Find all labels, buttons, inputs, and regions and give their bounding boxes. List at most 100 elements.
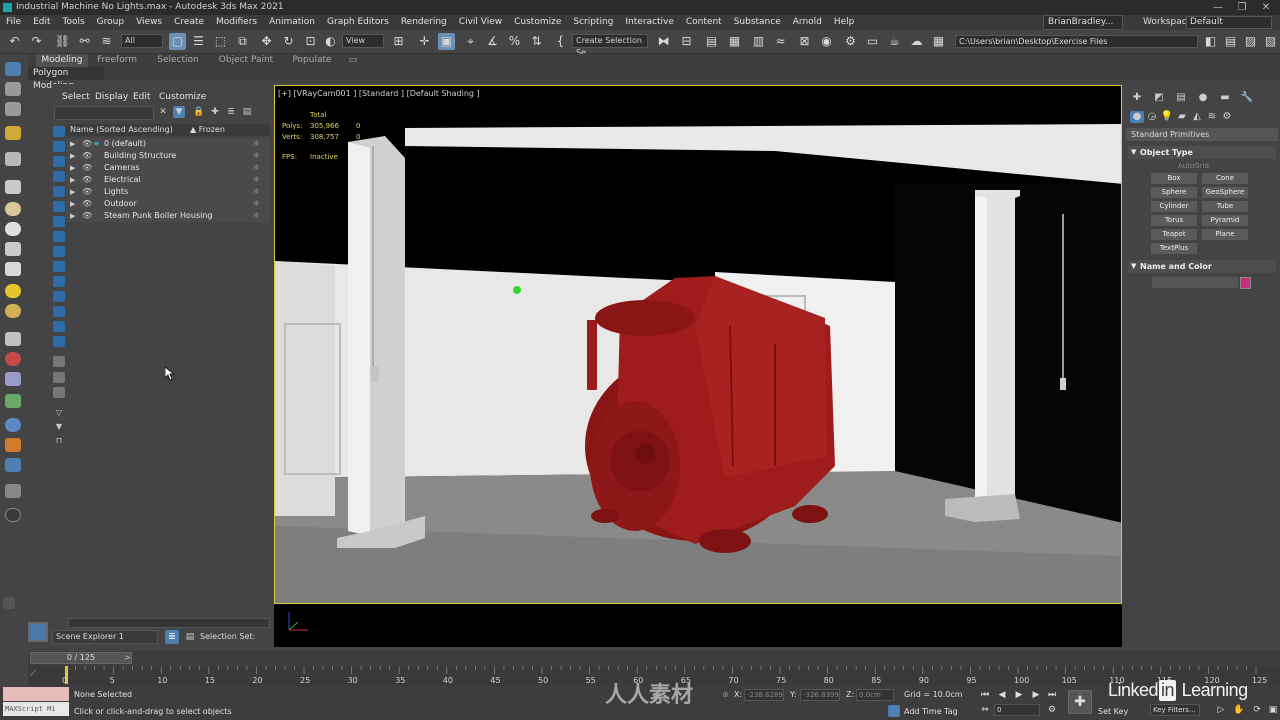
hierarchy-panel-icon[interactable] <box>5 102 21 116</box>
lights-icon[interactable]: 💡 <box>1160 111 1174 123</box>
sun-light-icon[interactable] <box>5 284 21 298</box>
next-frame-icon[interactable]: ▶ <box>1029 689 1043 701</box>
layer-stack-icon[interactable]: ≣ <box>225 106 237 118</box>
menu-edit[interactable]: Edit <box>27 15 56 30</box>
geosphere-button[interactable]: GeoSphere <box>1202 187 1248 198</box>
box-primitive-icon[interactable] <box>5 180 21 194</box>
display-panel-icon[interactable] <box>5 82 21 96</box>
explorer-name-select[interactable]: Scene Explorer 1 <box>52 630 158 644</box>
display-helpers-icon[interactable] <box>53 186 65 197</box>
align-icon[interactable]: ⊟ <box>678 33 695 50</box>
display-children-icon[interactable] <box>53 372 65 383</box>
grid-icon[interactable] <box>5 332 21 346</box>
plane-button[interactable]: Plane <box>1202 229 1248 240</box>
display-xrefs-icon[interactable] <box>53 231 65 242</box>
maxscript-output[interactable] <box>3 687 69 701</box>
hierarchy-tab-icon[interactable]: ▤ <box>1174 92 1188 104</box>
helper-icon[interactable] <box>5 372 21 386</box>
goto-end-icon[interactable]: ⏭ <box>1045 689 1059 701</box>
camera-viewport[interactable]: [+] [VRayCam001 ] [Standard ] [Default S… <box>274 85 1122 604</box>
time-slider[interactable]: < 0 / 125 > <box>28 651 1280 666</box>
sync-selection-icon[interactable] <box>53 356 65 367</box>
keyboard-shortcut-override-icon[interactable]: ▣ <box>438 33 455 50</box>
menu-rendering[interactable]: Rendering <box>395 15 453 30</box>
tube-button[interactable]: Tube <box>1202 201 1248 212</box>
sphere-button[interactable]: Sphere <box>1151 187 1197 198</box>
tools-icon[interactable] <box>5 484 21 498</box>
move-icon[interactable]: ✥ <box>258 33 275 50</box>
maxscript-listener[interactable]: MAXScript Mi <box>3 686 69 716</box>
rotate-icon[interactable]: ↻ <box>280 33 297 50</box>
expand-arrow-icon[interactable]: ▶ <box>70 150 75 162</box>
box-button[interactable]: Box <box>1151 173 1197 184</box>
pivot-center-icon[interactable]: ⊞ <box>390 33 407 50</box>
layer-row[interactable]: ▶ 👁 Electrical ❄ <box>66 174 270 186</box>
freeze-icon[interactable]: ❄ <box>253 198 260 210</box>
teapot-icon[interactable] <box>5 242 21 256</box>
explorer-tab-edit[interactable]: Edit <box>133 92 150 102</box>
explorer-toggle-button[interactable] <box>28 622 48 642</box>
freeze-icon[interactable]: ❄ <box>253 210 260 222</box>
help-icon[interactable] <box>5 508 21 522</box>
visibility-eye-icon[interactable]: 👁 <box>82 210 92 222</box>
visibility-eye-icon[interactable]: 👁 <box>82 186 92 198</box>
zoom-extents-icon[interactable]: ▷ <box>1214 704 1228 716</box>
named-selection-set-select[interactable]: Create Selection Se <box>572 34 648 57</box>
ribbon-tab-freeform[interactable]: Freeform <box>92 54 142 67</box>
expand-arrow-icon[interactable]: ▶ <box>70 186 75 198</box>
rendered-frame-window-icon[interactable]: ▭ <box>864 33 881 50</box>
column-frozen-header[interactable]: ▲ Frozen <box>190 124 225 136</box>
display-hidden-icon[interactable] <box>53 291 65 302</box>
curve-editor-icon[interactable]: ≈ <box>772 33 789 50</box>
toggle-layer-explorer-icon[interactable]: ▦ <box>726 33 743 50</box>
helpers-icon[interactable]: ◭ <box>1190 111 1204 123</box>
render-in-cloud-icon[interactable]: ☁ <box>908 33 925 50</box>
goto-start-icon[interactable]: ⏮ <box>978 689 992 701</box>
menu-animation[interactable]: Animation <box>263 15 321 30</box>
play-icon[interactable]: ▶ <box>1012 689 1026 701</box>
shapes-icon[interactable]: ◶ <box>1145 111 1159 123</box>
project-folder-field[interactable]: C:\Users\brian\Desktop\Exercise Files <box>955 35 1198 48</box>
layer-explorer-icon[interactable]: ≣ <box>165 630 179 644</box>
place-icon[interactable]: ◐ <box>322 33 339 50</box>
object-type-rollout[interactable]: ▼ Object Type <box>1128 146 1276 159</box>
mirror-icon[interactable]: ⧓ <box>655 33 672 50</box>
geosphere-icon[interactable] <box>5 222 21 236</box>
object-color-swatch[interactable] <box>1240 277 1251 289</box>
primitive-category-select[interactable]: Standard Primitives <box>1126 128 1278 141</box>
toggle-scene-explorer-icon[interactable]: ▤ <box>703 33 720 50</box>
expand-arrow-icon[interactable]: ▶ <box>70 210 75 222</box>
display-all-icon[interactable] <box>53 306 65 317</box>
create-panel-icon[interactable] <box>5 62 21 76</box>
y-coordinate-field[interactable]: -326.8399 <box>800 689 840 701</box>
menu-content[interactable]: Content <box>680 15 728 30</box>
display-geometry-icon[interactable] <box>53 126 65 137</box>
display-containers-icon[interactable] <box>53 261 65 272</box>
material-icon[interactable] <box>5 352 21 366</box>
current-frame-field[interactable]: 0 <box>994 704 1040 716</box>
utilities-tab-icon[interactable]: 🔧 <box>1240 92 1254 104</box>
display-influences-icon[interactable] <box>53 387 65 398</box>
material-editor-icon[interactable]: ◉ <box>818 33 835 50</box>
ribbon-tab-object-paint[interactable]: Object Paint <box>216 54 276 67</box>
freeze-icon[interactable]: ❄ <box>253 162 260 174</box>
unlink-icon[interactable]: ⚯ <box>76 33 93 50</box>
display-tab-icon[interactable]: ▬ <box>1218 92 1232 104</box>
spinner-snap-icon[interactable]: ⇅ <box>528 33 545 50</box>
layer-row[interactable]: ▶ 👁 Building Structure ❄ <box>66 150 270 162</box>
layer-row[interactable]: ▶ 👁 Lights ❄ <box>66 186 270 198</box>
close-button[interactable]: ✕ <box>1254 0 1278 15</box>
pan-view-icon[interactable]: ✋ <box>1232 704 1246 716</box>
bind-spacewarp-icon[interactable]: ≋ <box>98 33 115 50</box>
menu-interactive[interactable]: Interactive <box>619 15 679 30</box>
render-production-icon[interactable]: ☕ <box>886 33 903 50</box>
ribbon-tab-populate[interactable]: Populate <box>290 54 334 67</box>
torus-button[interactable]: Torus <box>1151 215 1197 226</box>
x-coordinate-field[interactable]: -238.6289 <box>744 689 784 701</box>
textplus-button[interactable]: TextPlus <box>1151 243 1197 254</box>
explorer-tab-display[interactable]: Display <box>95 92 128 102</box>
new-layer-icon[interactable]: ✚ <box>209 106 221 118</box>
expand-arrow-icon[interactable]: ▶ <box>70 198 75 210</box>
motion-tab-icon[interactable]: ● <box>1196 92 1210 104</box>
set-key-button[interactable]: Set Key <box>1098 707 1128 716</box>
